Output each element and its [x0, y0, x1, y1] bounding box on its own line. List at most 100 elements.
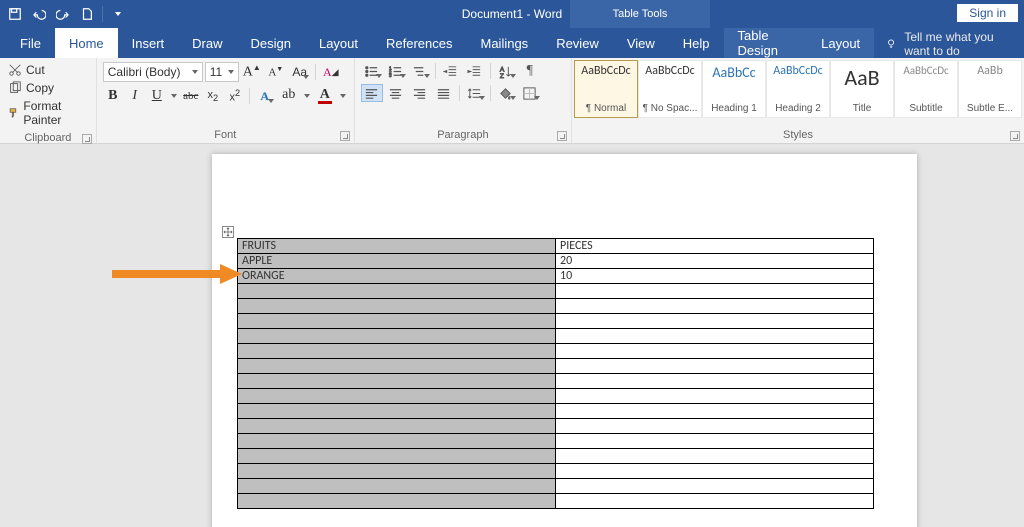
document-table[interactable]: FRUITSPIECESAPPLE20ORANGE10: [237, 238, 874, 509]
increase-indent-button[interactable]: [464, 62, 486, 80]
highlight-color-button[interactable]: ab: [278, 89, 300, 104]
table-cell[interactable]: [238, 344, 556, 359]
styles-dialog-launcher[interactable]: [1010, 131, 1020, 141]
table-cell[interactable]: ORANGE: [238, 269, 556, 284]
table-row[interactable]: [238, 359, 874, 374]
tab-table-layout[interactable]: Layout: [807, 28, 874, 58]
new-doc-icon[interactable]: [78, 5, 96, 23]
font-dialog-launcher[interactable]: [340, 131, 350, 141]
line-spacing-button[interactable]: [464, 84, 486, 102]
underline-button[interactable]: U: [147, 86, 167, 106]
table-cell[interactable]: [238, 404, 556, 419]
highlight-dropdown[interactable]: [302, 86, 312, 106]
table-row[interactable]: [238, 419, 874, 434]
table-cell[interactable]: [238, 374, 556, 389]
tab-design[interactable]: Design: [237, 28, 305, 58]
table-cell[interactable]: APPLE: [238, 254, 556, 269]
tab-review[interactable]: Review: [542, 28, 613, 58]
table-cell[interactable]: 20: [556, 254, 874, 269]
table-row[interactable]: [238, 284, 874, 299]
table-cell[interactable]: [238, 359, 556, 374]
table-cell[interactable]: [556, 464, 874, 479]
table-row[interactable]: [238, 314, 874, 329]
clear-formatting-button[interactable]: A◢: [320, 62, 342, 82]
table-cell[interactable]: [556, 359, 874, 374]
table-cell[interactable]: [556, 329, 874, 344]
change-case-button[interactable]: Aa: [289, 62, 311, 82]
align-right-button[interactable]: [409, 84, 431, 102]
superscript-button[interactable]: x2: [225, 86, 245, 106]
tab-insert[interactable]: Insert: [118, 28, 179, 58]
table-row[interactable]: FRUITSPIECES: [238, 239, 874, 254]
style-heading-2[interactable]: AaBbCcDcHeading 2: [766, 60, 830, 118]
table-cell[interactable]: [556, 344, 874, 359]
table-row[interactable]: [238, 404, 874, 419]
table-row[interactable]: [238, 434, 874, 449]
style-subtle-e-[interactable]: AaBbSubtle E...: [958, 60, 1022, 118]
document-canvas[interactable]: FRUITSPIECESAPPLE20ORANGE10: [0, 144, 1024, 527]
redo-icon[interactable]: [54, 5, 72, 23]
table-row[interactable]: [238, 344, 874, 359]
table-cell[interactable]: [556, 494, 874, 509]
table-row[interactable]: ORANGE10: [238, 269, 874, 284]
table-move-handle[interactable]: [222, 226, 234, 238]
table-cell[interactable]: [556, 419, 874, 434]
table-cell[interactable]: [238, 314, 556, 329]
table-cell[interactable]: [238, 449, 556, 464]
table-cell[interactable]: [556, 449, 874, 464]
tell-me-search[interactable]: Tell me what you want to do: [874, 30, 1024, 58]
paragraph-dialog-launcher[interactable]: [557, 131, 567, 141]
table-cell[interactable]: [238, 419, 556, 434]
tab-layout[interactable]: Layout: [305, 28, 372, 58]
text-effects-button[interactable]: A: [254, 86, 276, 106]
subscript-button[interactable]: x2: [203, 86, 223, 106]
table-cell[interactable]: FRUITS: [238, 239, 556, 254]
table-cell[interactable]: [238, 329, 556, 344]
table-row[interactable]: [238, 389, 874, 404]
decrease-indent-button[interactable]: [440, 62, 462, 80]
sort-button[interactable]: AZ: [495, 62, 517, 80]
tab-home[interactable]: Home: [55, 28, 118, 58]
table-row[interactable]: APPLE20: [238, 254, 874, 269]
shrink-font-button[interactable]: A▼: [265, 62, 287, 82]
save-icon[interactable]: [6, 5, 24, 23]
table-cell[interactable]: [238, 479, 556, 494]
table-cell[interactable]: [238, 464, 556, 479]
font-size-select[interactable]: 11: [205, 62, 239, 82]
tab-file[interactable]: File: [6, 28, 55, 58]
sign-in-button[interactable]: Sign in: [957, 4, 1018, 22]
style--normal[interactable]: AaBbCcDc¶ Normal: [574, 60, 638, 118]
copy-button[interactable]: Copy: [6, 80, 90, 96]
borders-button[interactable]: [519, 84, 541, 102]
table-cell[interactable]: [238, 389, 556, 404]
table-row[interactable]: [238, 479, 874, 494]
table-cell[interactable]: [238, 284, 556, 299]
tab-references[interactable]: References: [372, 28, 466, 58]
font-color-button[interactable]: A: [314, 89, 336, 104]
underline-dropdown[interactable]: [169, 86, 179, 106]
undo-icon[interactable]: [30, 5, 48, 23]
font-name-select[interactable]: Calibri (Body): [103, 62, 203, 82]
table-cell[interactable]: [238, 494, 556, 509]
style-title[interactable]: AaBTitle: [830, 60, 894, 118]
table-cell[interactable]: [556, 299, 874, 314]
numbering-button[interactable]: 123: [385, 62, 407, 80]
italic-button[interactable]: I: [125, 86, 145, 106]
justify-button[interactable]: [433, 84, 455, 102]
table-cell[interactable]: [556, 314, 874, 329]
tab-table-design[interactable]: Table Design: [724, 28, 808, 58]
table-row[interactable]: [238, 299, 874, 314]
align-left-button[interactable]: [361, 84, 383, 102]
table-row[interactable]: [238, 449, 874, 464]
show-marks-button[interactable]: ¶: [519, 62, 541, 80]
table-cell[interactable]: [238, 434, 556, 449]
table-cell[interactable]: [556, 434, 874, 449]
table-cell[interactable]: [556, 479, 874, 494]
style-subtitle[interactable]: AaBbCcDcSubtitle: [894, 60, 958, 118]
table-row[interactable]: [238, 464, 874, 479]
tab-help[interactable]: Help: [669, 28, 724, 58]
cut-button[interactable]: Cut: [6, 62, 90, 78]
tab-mailings[interactable]: Mailings: [467, 28, 543, 58]
table-cell[interactable]: [238, 299, 556, 314]
bullets-button[interactable]: [361, 62, 383, 80]
